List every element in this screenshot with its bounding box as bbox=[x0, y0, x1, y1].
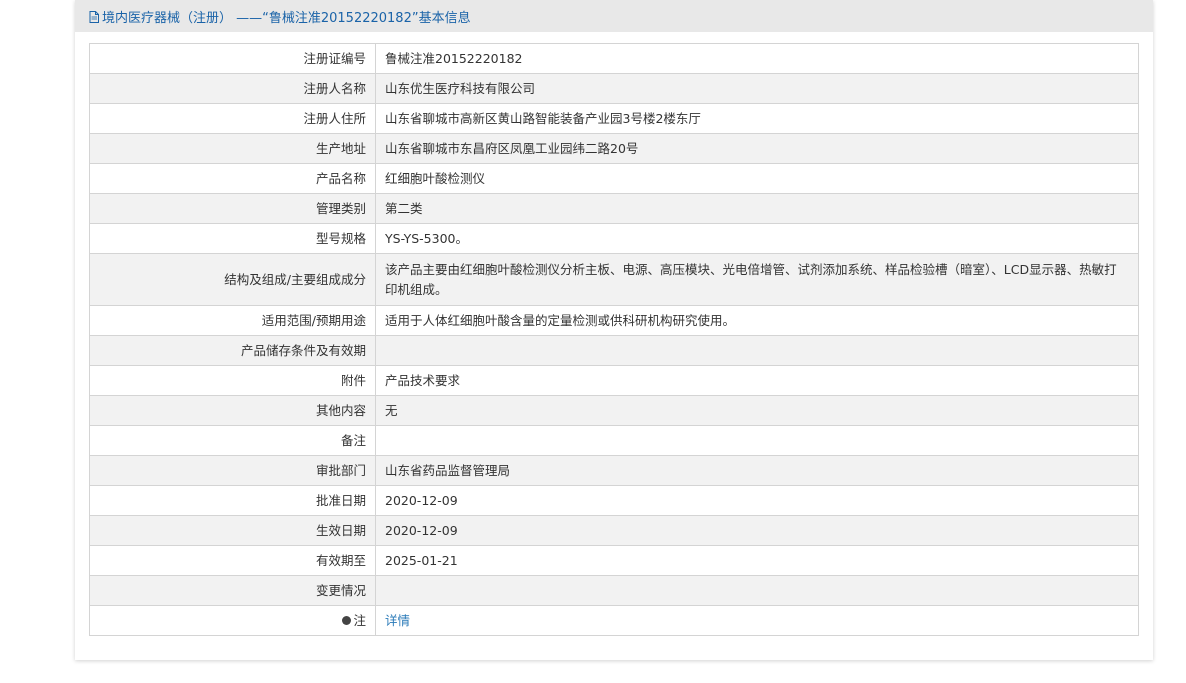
table-row: 注册证编号 鲁械注准20152220182 bbox=[89, 43, 1139, 74]
row-value: 2025-01-21 bbox=[375, 545, 1139, 576]
table-row: 型号规格 YS-YS-5300。 bbox=[89, 223, 1139, 254]
row-label: 适用范围/预期用途 bbox=[89, 305, 376, 336]
note-label: 注 bbox=[353, 612, 366, 628]
row-value: 2020-12-09 bbox=[375, 515, 1139, 546]
panel-header: 境内医疗器械（注册） ——“鲁械注准20152220182”基本信息 bbox=[75, 0, 1153, 32]
row-label: 结构及组成/主要组成成分 bbox=[89, 253, 376, 306]
row-value: 产品技术要求 bbox=[375, 365, 1139, 396]
table-row: 备注 bbox=[89, 425, 1139, 456]
row-label: 其他内容 bbox=[89, 395, 376, 426]
row-value: 适用于人体红细胞叶酸含量的定量检测或供科研机构研究使用。 bbox=[375, 305, 1139, 336]
document-icon bbox=[89, 11, 99, 23]
row-value: 2020-12-09 bbox=[375, 485, 1139, 516]
row-label: 管理类别 bbox=[89, 193, 376, 224]
row-label: 产品名称 bbox=[89, 163, 376, 194]
table-row: 有效期至 2025-01-21 bbox=[89, 545, 1139, 576]
table-row: 注册人住所 山东省聊城市高新区黄山路智能装备产业园3号楼2楼东厅 bbox=[89, 103, 1139, 134]
row-value bbox=[375, 575, 1139, 606]
details-link[interactable]: 详情 bbox=[385, 613, 410, 628]
table-row: 产品名称 红细胞叶酸检测仪 bbox=[89, 163, 1139, 194]
row-value: 山东省聊城市高新区黄山路智能装备产业园3号楼2楼东厅 bbox=[375, 103, 1139, 134]
page-title: 境内医疗器械（注册） ——“鲁械注准20152220182”基本信息 bbox=[102, 10, 471, 26]
row-value: 该产品主要由红细胞叶酸检测仪分析主板、电源、高压模块、光电倍增管、试剂添加系统、… bbox=[375, 253, 1139, 306]
row-value: YS-YS-5300。 bbox=[375, 223, 1139, 254]
row-label: 产品储存条件及有效期 bbox=[89, 335, 376, 366]
row-value bbox=[375, 335, 1139, 366]
row-label: 生产地址 bbox=[89, 133, 376, 164]
table-row: 生产地址 山东省聊城市东昌府区凤凰工业园纬二路20号 bbox=[89, 133, 1139, 164]
table-row: 产品储存条件及有效期 bbox=[89, 335, 1139, 366]
row-value: 无 bbox=[375, 395, 1139, 426]
row-label: 附件 bbox=[89, 365, 376, 396]
table-row: 附件 产品技术要求 bbox=[89, 365, 1139, 396]
row-label: 注册人名称 bbox=[89, 73, 376, 104]
note-label-cell: 注 bbox=[89, 605, 376, 636]
row-label: 型号规格 bbox=[89, 223, 376, 254]
row-value: 山东省药品监督管理局 bbox=[375, 455, 1139, 486]
row-label: 备注 bbox=[89, 425, 376, 456]
table-row: 结构及组成/主要组成成分 该产品主要由红细胞叶酸检测仪分析主板、电源、高压模块、… bbox=[89, 253, 1139, 306]
row-label: 审批部门 bbox=[89, 455, 376, 486]
row-label: 有效期至 bbox=[89, 545, 376, 576]
row-label: 生效日期 bbox=[89, 515, 376, 546]
note-row: 注 详情 bbox=[89, 605, 1139, 636]
table-row: 管理类别 第二类 bbox=[89, 193, 1139, 224]
info-table: 注册证编号 鲁械注准20152220182 注册人名称 山东优生医疗科技有限公司… bbox=[89, 43, 1139, 636]
row-label: 变更情况 bbox=[89, 575, 376, 606]
row-value bbox=[375, 425, 1139, 456]
table-row: 适用范围/预期用途 适用于人体红细胞叶酸含量的定量检测或供科研机构研究使用。 bbox=[89, 305, 1139, 336]
table-row: 其他内容 无 bbox=[89, 395, 1139, 426]
row-value: 山东省聊城市东昌府区凤凰工业园纬二路20号 bbox=[375, 133, 1139, 164]
row-label: 批准日期 bbox=[89, 485, 376, 516]
table-row: 注册人名称 山东优生医疗科技有限公司 bbox=[89, 73, 1139, 104]
row-value: 红细胞叶酸检测仪 bbox=[375, 163, 1139, 194]
info-panel: 境内医疗器械（注册） ——“鲁械注准20152220182”基本信息 注册证编号… bbox=[75, 0, 1153, 660]
row-value: 第二类 bbox=[375, 193, 1139, 224]
note-value-cell: 详情 bbox=[375, 605, 1139, 636]
row-value: 鲁械注准20152220182 bbox=[375, 43, 1139, 74]
bulb-icon bbox=[342, 615, 352, 625]
row-value: 山东优生医疗科技有限公司 bbox=[375, 73, 1139, 104]
table-row: 生效日期 2020-12-09 bbox=[89, 515, 1139, 546]
table-row: 批准日期 2020-12-09 bbox=[89, 485, 1139, 516]
table-row: 审批部门 山东省药品监督管理局 bbox=[89, 455, 1139, 486]
row-label: 注册证编号 bbox=[89, 43, 376, 74]
table-row: 变更情况 bbox=[89, 575, 1139, 606]
row-label: 注册人住所 bbox=[89, 103, 376, 134]
